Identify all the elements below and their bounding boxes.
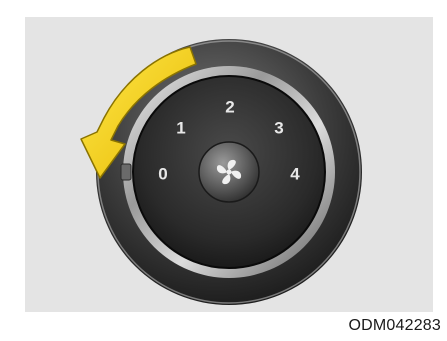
knob-indicator-notch [120,163,132,181]
figure-code: ODM042283 [348,317,441,334]
fan-speed-knob-illustration: 0 1 2 3 4 [80,39,362,305]
dial-number-2: 2 [225,98,234,117]
dial-number-3: 3 [274,119,283,138]
dial-number-0: 0 [158,165,167,184]
dial-number-4: 4 [290,165,300,184]
dial-number-1: 1 [176,119,185,138]
figure-panel: 0 1 2 3 4 ODM042283 [0,0,447,341]
